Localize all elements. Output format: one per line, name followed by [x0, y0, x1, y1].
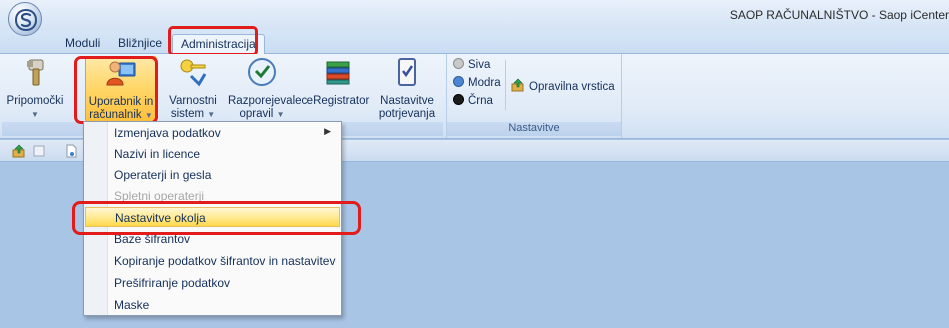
highlight-uporabnik-annotation [74, 56, 158, 124]
theme-siva-option[interactable]: Siva [453, 58, 490, 71]
theme-crna-label: Črna [468, 95, 493, 107]
theme-siva-icon [453, 58, 464, 69]
opravilna-vrstica-button[interactable]: Opravilna vrstica [511, 78, 615, 93]
opravilna-vrstica-label: Opravilna vrstica [529, 81, 615, 93]
theme-modra-label: Modra [468, 77, 501, 89]
theme-modra-icon [453, 76, 464, 87]
theme-siva-label: Siva [468, 59, 491, 71]
app-logo-icon [14, 8, 38, 32]
razporejevalec-label-line2: opravil [239, 108, 274, 120]
pripomocki-label: Pripomočki [6, 95, 64, 107]
scheduler-icon [248, 58, 276, 86]
menu-item-maske[interactable]: Maske [110, 295, 341, 315]
security-key-icon [180, 59, 207, 87]
menu-item-nazivi-in-licence[interactable]: Nazivi in licence [110, 144, 341, 164]
ribbon-separator [505, 60, 506, 110]
menu-item-label: Maske [114, 298, 150, 312]
varnostni-label-line1: Varnostni [169, 95, 217, 107]
highlight-administracija-annotation [168, 26, 258, 56]
pripomocki-button[interactable]: Pripomočki ▼ [2, 56, 68, 122]
tab-moduli[interactable]: Moduli [57, 34, 108, 54]
menu-item-presifriranje-podatkov[interactable]: Prešifriranje podatkov [110, 273, 341, 293]
taskbar-icon [511, 78, 524, 92]
menu-item-kopiranje-podatkov[interactable]: Kopiranje podatkov šifrantov in nastavit… [110, 251, 341, 271]
submenu-arrow-icon: ▶ [324, 126, 331, 136]
menu-item-label: Prešifriranje podatkov [114, 276, 231, 290]
nastavitve-potrjevanja-button[interactable]: Nastavitve potrjevanja ▼ [374, 56, 440, 132]
window-icon[interactable] [32, 144, 46, 158]
menu-item-operaterji-in-gesla[interactable]: Operaterji in gesla [110, 165, 341, 185]
export-icon[interactable] [12, 144, 26, 158]
varnostni-label-line2: sistem [170, 108, 205, 120]
ribbon-tabs: Moduli Bližnjice Administracija [0, 30, 949, 54]
app-menu-button[interactable] [8, 2, 42, 36]
razporejevalec-opravil-button[interactable]: Razporejevalec opravil ▼ [228, 56, 308, 122]
theme-crna-option[interactable]: Črna [453, 94, 493, 107]
theme-modra-option[interactable]: Modra [453, 76, 501, 89]
varnostni-sistem-button[interactable]: Varnostni sistem ▼ [164, 56, 222, 122]
menu-item-label: Operaterji in gesla [114, 168, 212, 182]
razporejevalec-label-line1: Razporejevalec [228, 95, 308, 107]
books-icon [326, 61, 350, 85]
nastavitve-label-line1: Nastavitve [380, 95, 434, 107]
dropdown-caret-icon: ▼ [207, 110, 216, 119]
theme-crna-icon [453, 94, 464, 105]
eregistrator-label: eRegistrator [306, 95, 370, 107]
menu-item-label: Kopiranje podatkov šifrantov in nastavit… [114, 254, 336, 268]
checklist-icon [398, 58, 416, 86]
menu-item-label: Izmenjava podatkov [114, 126, 221, 140]
tab-bliznjice[interactable]: Bližnjice [110, 34, 170, 54]
menu-item-label: Nazivi in licence [114, 147, 201, 161]
menu-item-izmenjava-podatkov[interactable]: Izmenjava podatkov ▶ [110, 123, 341, 143]
highlight-nastavitve-okolja-annotation [72, 201, 361, 235]
window-title: SAOP RAČUNALNIŠTVO - Saop iCenter [729, 8, 949, 22]
ribbon-group-nastavitve: Siva Modra Črna Opravilna vrstica Nastav… [446, 54, 622, 138]
dropdown-caret-icon: ▼ [31, 110, 39, 119]
document-icon[interactable] [64, 144, 78, 158]
nastavitve-label-line2: potrjevanja [378, 108, 436, 120]
tools-icon [27, 59, 44, 86]
ribbon-group-label-nastavitve: Nastavitve [447, 122, 621, 136]
dropdown-caret-icon: ▼ [276, 110, 285, 119]
eregistrator-button[interactable]: eRegistrator [304, 56, 372, 122]
title-bar: SAOP RAČUNALNIŠTVO - Saop iCenter [0, 0, 949, 30]
